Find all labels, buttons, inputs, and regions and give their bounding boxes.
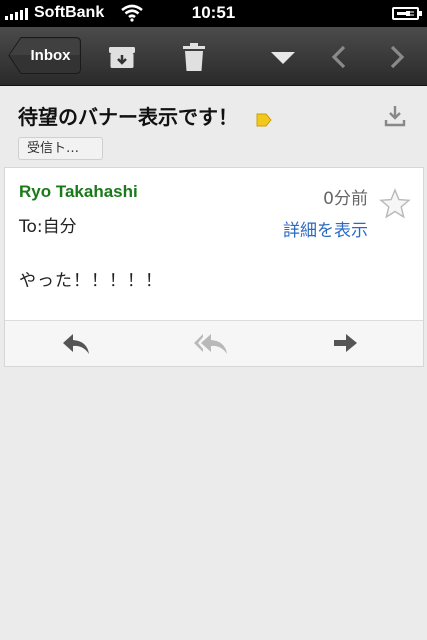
- message-card: Ryo Takahashi 0分前 To:自分 詳細を表示 やった！！！！！: [4, 167, 424, 367]
- battery-icon: [392, 7, 422, 20]
- archive-icon[interactable]: [106, 41, 138, 73]
- status-bar: SoftBank 10:51: [0, 0, 427, 27]
- reply-all-icon[interactable]: [193, 330, 229, 358]
- inbox-back-label: Inbox: [30, 47, 71, 64]
- message-action-bar: [5, 320, 423, 366]
- inbox-back-button[interactable]: Inbox: [8, 37, 81, 74]
- dropdown-arrow-icon[interactable]: [267, 41, 299, 73]
- forward-icon[interactable]: [331, 330, 361, 358]
- star-icon[interactable]: [379, 188, 411, 220]
- message-time: 0分前: [323, 189, 368, 209]
- status-clock: 10:51: [191, 3, 236, 22]
- show-details-link[interactable]: 詳細を表示: [283, 216, 368, 241]
- message-body: やった！！！！！: [19, 271, 163, 291]
- reply-icon[interactable]: [61, 330, 91, 358]
- download-icon[interactable]: [383, 104, 407, 128]
- inbox-label-chip[interactable]: 受信ト…: [18, 137, 103, 160]
- prev-message-icon[interactable]: [324, 41, 356, 73]
- sender-name[interactable]: Ryo Takahashi: [19, 182, 138, 202]
- message-subject: 待望のバナー表示です！: [18, 105, 238, 129]
- next-message-icon[interactable]: [380, 41, 412, 73]
- important-tag-icon: [256, 113, 272, 127]
- recipient-line: To:自分: [19, 217, 77, 237]
- trash-icon[interactable]: [178, 41, 210, 73]
- message-toolbar: Inbox: [0, 27, 427, 86]
